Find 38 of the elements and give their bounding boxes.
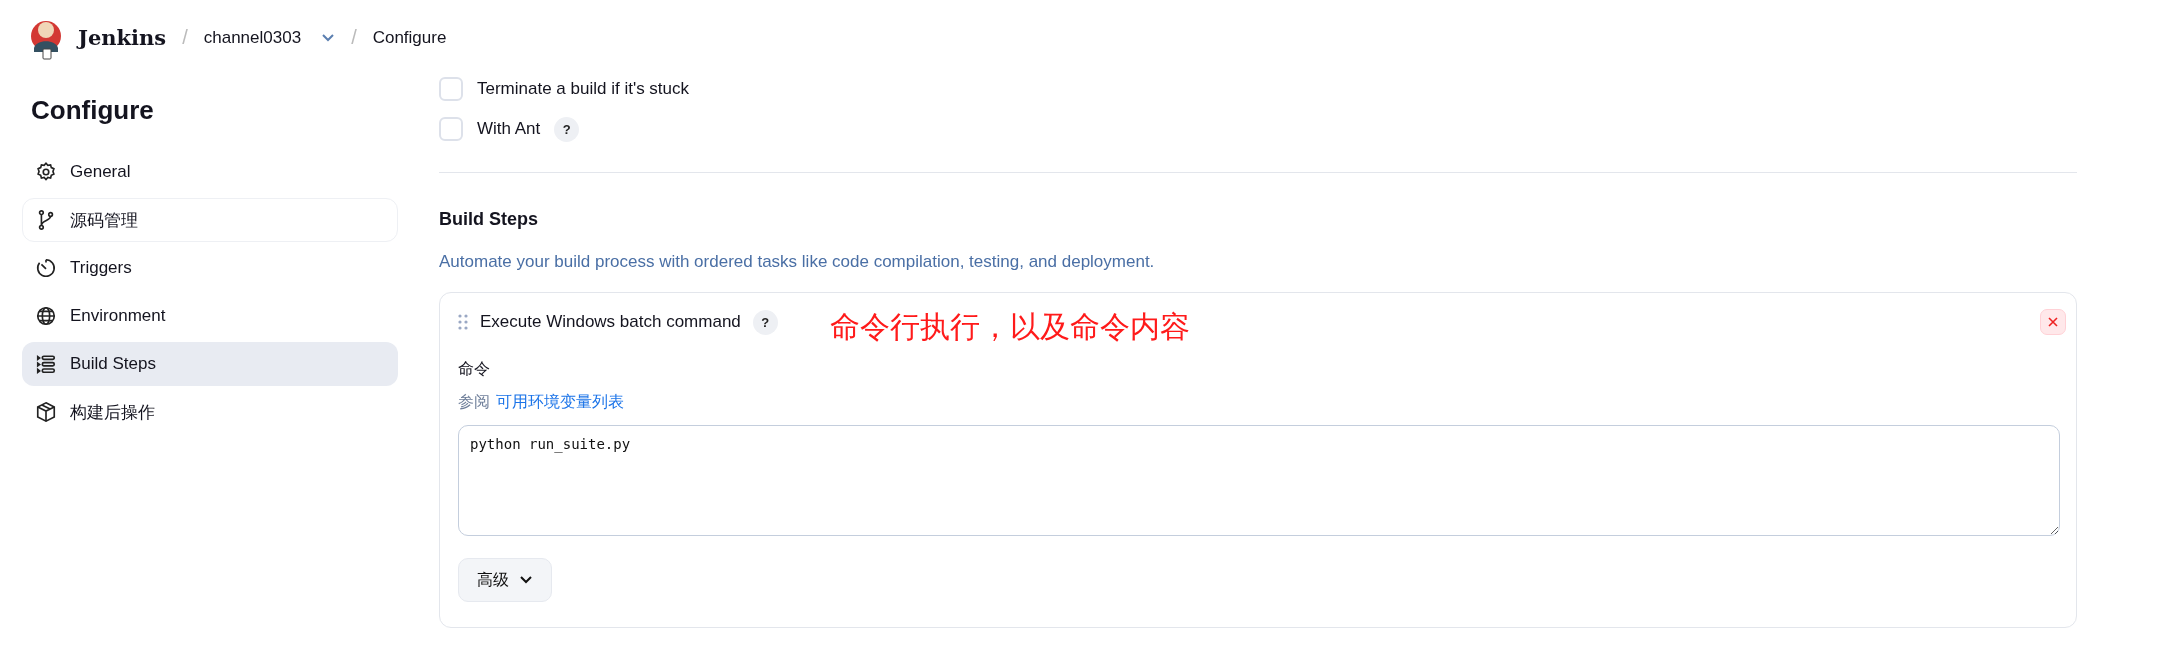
chevron-down-icon [519, 575, 533, 585]
sidebar-item[interactable]: Build Steps [22, 342, 398, 386]
sidebar-item[interactable]: Triggers [22, 246, 398, 290]
chevron-down-icon [321, 32, 336, 43]
help-button[interactable]: ? [554, 116, 580, 142]
settings-icon [35, 161, 57, 183]
section-title: Build Steps [439, 209, 538, 230]
command-field[interactable]: python run_suite.py [458, 425, 2060, 536]
sidebar-item[interactable]: 构建后操作 [22, 390, 398, 434]
job-menu-button[interactable] [321, 32, 336, 43]
close-icon [2048, 317, 2058, 327]
list-icon [35, 353, 57, 375]
checkbox-label: Terminate a build if it's stuck [477, 79, 690, 99]
checkbox-label: With Ant [477, 119, 541, 139]
timer-icon [35, 257, 57, 279]
env-vars-link[interactable]: 可用环境变量列表 [496, 392, 624, 413]
step-title: Execute Windows batch command [480, 312, 741, 332]
checkbox[interactable] [439, 117, 463, 141]
annotation-text: 命令行执行，以及命令内容 [829, 308, 1190, 345]
sidebar-item[interactable]: 源码管理 [22, 198, 398, 242]
hint-text: 参阅 [458, 392, 490, 412]
checkbox[interactable] [439, 77, 463, 101]
breadcrumb-current: Configure [372, 27, 447, 48]
breadcrumb-separator: / [182, 26, 188, 49]
breadcrumb-separator: / [351, 26, 357, 49]
sidebar-item[interactable]: Environment [22, 294, 398, 338]
sidebar-item[interactable]: General [22, 150, 398, 194]
globe-icon [35, 305, 57, 327]
section-description: Automate your build process with ordered tasks like code compilation, testing, and deployment. [439, 252, 1156, 272]
help-button[interactable]: ? [752, 309, 778, 335]
job-link[interactable]: channel0303 [203, 27, 302, 48]
field-label: 命令 [458, 359, 490, 379]
advanced-button[interactable]: 高级 [458, 558, 552, 602]
page-title: Configure [31, 95, 154, 126]
close-button[interactable] [2040, 309, 2066, 335]
package-icon [35, 401, 57, 423]
drag-handle-icon[interactable] [458, 314, 468, 330]
home-link[interactable]: Jenkins [78, 25, 167, 50]
